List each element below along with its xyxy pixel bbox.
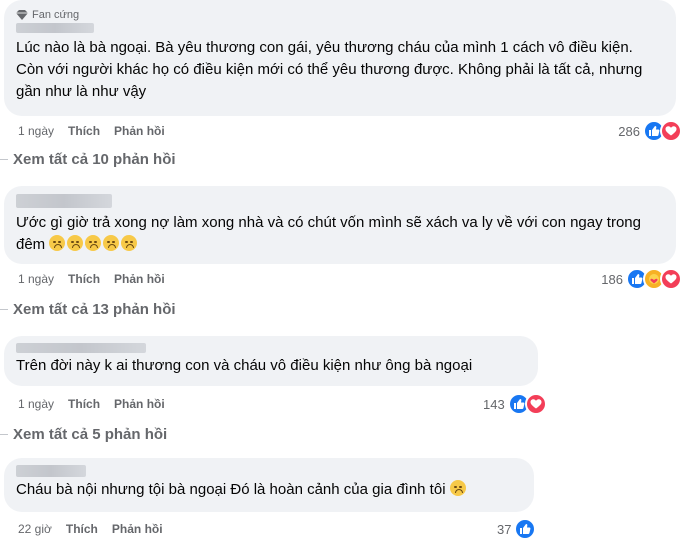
view-replies-label: Xem tất cả 10 phản hồi	[13, 151, 176, 168]
reply-button[interactable]: Phản hồi	[112, 522, 163, 536]
reply-button[interactable]: Phản hồi	[114, 124, 165, 138]
comment-bubble: Trên đời này k ai thương con và cháu vô …	[4, 336, 538, 386]
sad-face-emoji	[67, 235, 84, 251]
reaction-count: 143	[483, 396, 505, 412]
author-name-blurred[interactable]	[16, 343, 146, 353]
comment-time[interactable]: 1 ngày	[18, 397, 54, 411]
comment-bubble: Cháu bà nội nhưng tội bà ngoại Đó là hoà…	[4, 458, 534, 512]
comment-time[interactable]: 22 giờ	[18, 522, 52, 536]
reaction-count: 286	[618, 123, 640, 139]
comment-actions: 1 ngày Thích Phản hồi	[18, 272, 165, 286]
fan-badge: Fan cứng	[16, 9, 664, 21]
like-button[interactable]: Thích	[68, 124, 100, 138]
comment-actions: 1 ngày Thích Phản hồi	[18, 124, 165, 138]
like-icon	[514, 518, 537, 540]
author-name-blurred[interactable]	[16, 23, 94, 33]
comment-thread: Fan cứng Lúc nào là bà ngoại. Bà yêu thư…	[0, 0, 692, 545]
view-all-replies-link[interactable]: Xem tất cả 10 phản hồi	[0, 151, 176, 168]
view-replies-label: Xem tất cả 5 phản hồi	[13, 426, 168, 443]
thread-line	[0, 309, 8, 310]
reply-button[interactable]: Phản hồi	[114, 397, 165, 411]
reaction-summary[interactable]: 186	[601, 268, 682, 290]
like-button[interactable]: Thích	[66, 522, 98, 536]
comment-text: Ước gì giờ trả xong nợ làm xong nhà và c…	[16, 212, 664, 256]
reaction-summary[interactable]: 286	[618, 120, 682, 142]
comment-actions: 22 giờ Thích Phản hồi	[18, 522, 163, 536]
comment-bubble: Ước gì giờ trả xong nợ làm xong nhà và c…	[4, 186, 676, 264]
sad-face-emoji	[49, 235, 66, 251]
comment-time[interactable]: 1 ngày	[18, 272, 54, 286]
reaction-summary[interactable]: 143	[483, 393, 547, 415]
sad-face-emoji	[103, 235, 120, 251]
reaction-count: 186	[601, 271, 623, 287]
comment-text: Cháu bà nội nhưng tội bà ngoại Đó là hoà…	[16, 479, 522, 501]
comment-bubble: Fan cứng Lúc nào là bà ngoại. Bà yêu thư…	[4, 0, 676, 116]
reaction-count: 37	[497, 521, 512, 537]
badge-label: Fan cứng	[32, 9, 80, 21]
author-name-blurred[interactable]	[16, 194, 112, 208]
comment-text: Lúc nào là bà ngoại. Bà yêu thương con g…	[16, 39, 643, 100]
comment-text-body: Cháu bà nội nhưng tội bà ngoại Đó là hoà…	[16, 481, 446, 498]
reaction-summary[interactable]: 37	[497, 518, 537, 540]
thread-line	[0, 434, 8, 435]
sad-emoji-group	[49, 235, 139, 253]
comment-actions: 1 ngày Thích Phản hồi	[18, 397, 165, 411]
view-all-replies-link[interactable]: Xem tất cả 13 phản hồi	[0, 301, 176, 318]
view-all-replies-link[interactable]: Xem tất cả 5 phản hồi	[0, 426, 167, 443]
view-replies-label: Xem tất cả 13 phản hồi	[13, 301, 176, 318]
comment-text: Trên đời này k ai thương con và cháu vô …	[16, 357, 473, 374]
like-button[interactable]: Thích	[68, 397, 100, 411]
love-icon	[524, 393, 547, 415]
diamond-icon	[16, 10, 28, 20]
like-button[interactable]: Thích	[68, 272, 100, 286]
sad-face-emoji	[121, 235, 138, 251]
thread-line	[0, 159, 8, 160]
author-name-blurred[interactable]	[16, 465, 86, 477]
sad-face-emoji	[85, 235, 102, 251]
love-icon	[660, 120, 682, 142]
reply-button[interactable]: Phản hồi	[114, 272, 165, 286]
sad-face-emoji	[449, 480, 466, 496]
love-icon	[660, 268, 682, 290]
comment-time[interactable]: 1 ngày	[18, 124, 54, 138]
